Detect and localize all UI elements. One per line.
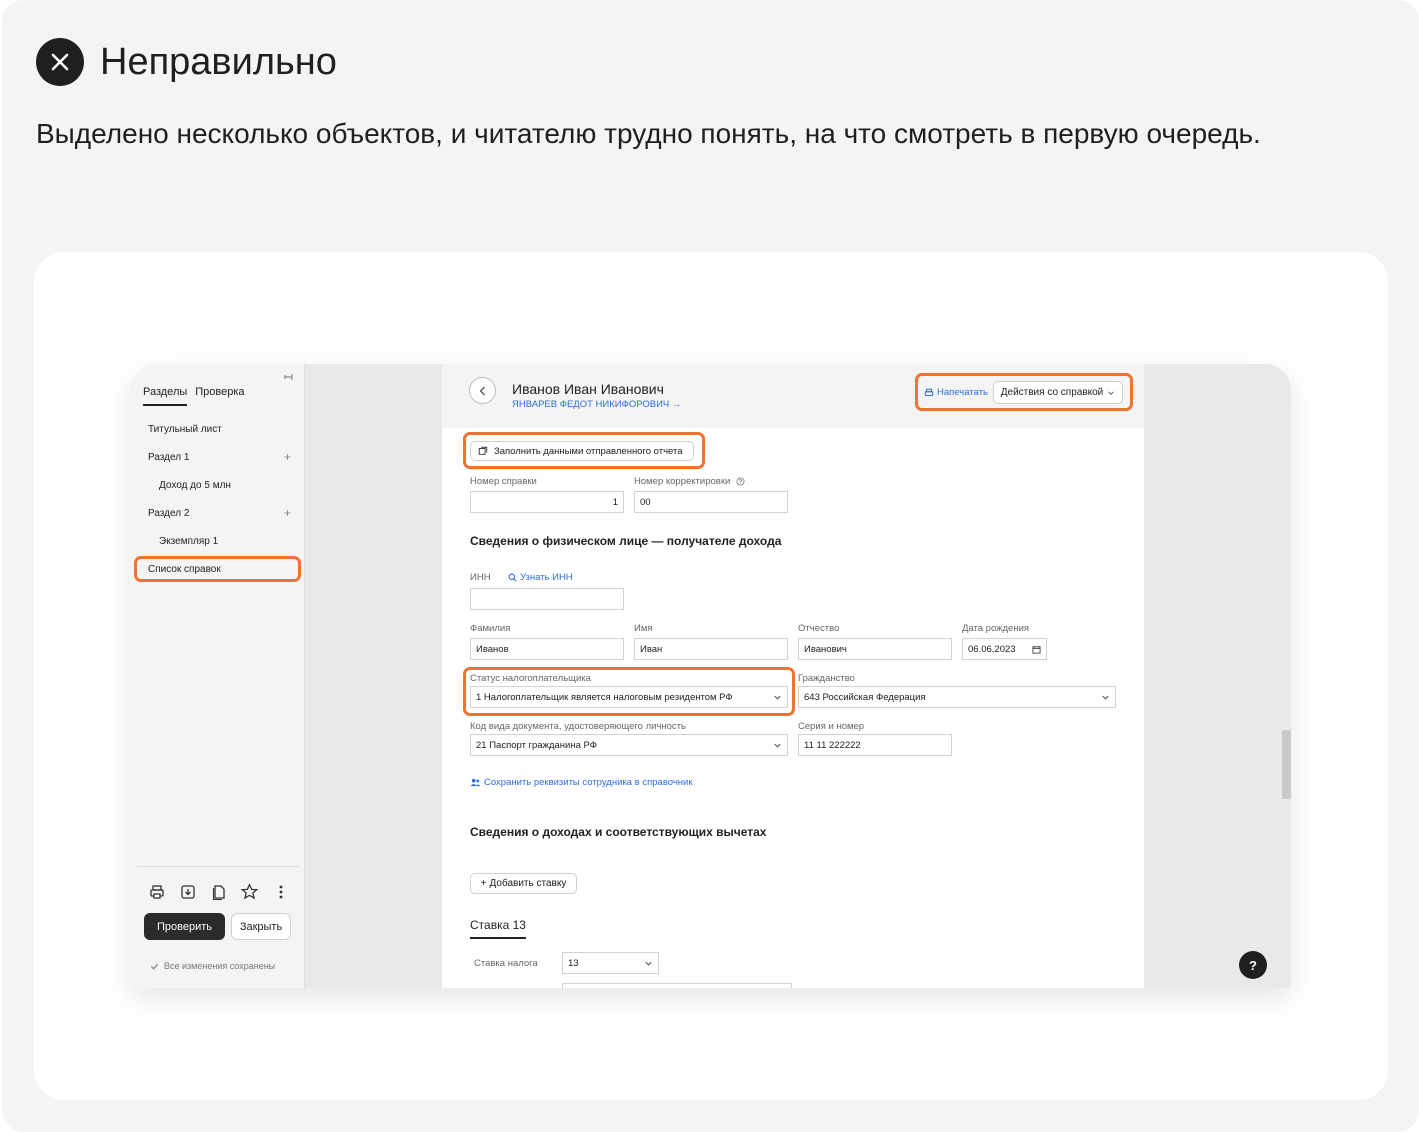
highlight-fill-button	[463, 432, 705, 469]
citizenship-value: 643 Российская Федерация	[804, 691, 926, 703]
check-icon	[150, 963, 159, 970]
pin-icon[interactable]	[283, 372, 295, 387]
help-button[interactable]: ?	[1239, 951, 1267, 979]
sidebar: Разделы Проверка Титульный лист Раздел 1…	[131, 364, 305, 988]
birth-input[interactable]: 06.06.2023	[962, 638, 1047, 660]
cert-number-label: Номер справки	[470, 476, 537, 487]
download-icon[interactable]	[178, 882, 197, 901]
saved-status-text: Все изменения сохранены	[164, 961, 276, 971]
save-employee-text: Сохранить реквизиты сотрудника в справоч…	[484, 777, 693, 788]
tab-check[interactable]: Проверка	[195, 386, 244, 406]
person-link[interactable]: ЯНВАРЕВ ФЕДОТ НИКИФОРОВИЧ →	[512, 399, 681, 410]
star-icon[interactable]	[240, 882, 259, 901]
sidebar-item-section-1[interactable]: Раздел 1	[148, 452, 189, 463]
highlight-cert-list	[134, 556, 301, 582]
tax-rate-value: 13	[568, 957, 579, 969]
chevron-down-icon	[645, 961, 652, 966]
more-vertical-icon[interactable]	[271, 882, 290, 901]
person-name: Иванов Иван Иванович	[512, 381, 664, 397]
sidebar-item-copy-1[interactable]: Экземпляр 1	[159, 536, 218, 547]
highlight-status-select	[463, 667, 795, 716]
plus-icon: +	[480, 878, 487, 889]
saved-status: Все изменения сохранены	[150, 961, 275, 971]
next-field-input[interactable]	[562, 983, 792, 988]
correction-label: Номер корректировки	[634, 476, 745, 487]
divider	[137, 866, 299, 867]
cert-number-input[interactable]: 1	[470, 491, 624, 513]
scrollbar-thumb[interactable]	[1282, 730, 1291, 799]
description: Выделено несколько объектов, и читателю …	[36, 118, 1261, 149]
heading: Неправильно	[100, 41, 337, 83]
tab-rate-13[interactable]: Ставка 13	[470, 918, 526, 939]
chevron-down-icon	[1102, 695, 1109, 700]
series-label: Серия и номер	[798, 721, 865, 732]
citizenship-label: Гражданство	[798, 673, 855, 684]
inn-label: ИНН	[470, 572, 491, 583]
tab-sections[interactable]: Разделы	[143, 386, 188, 406]
surname-input[interactable]: Иванов	[470, 638, 624, 660]
plus-icon[interactable]: +	[284, 506, 291, 520]
patronymic-label: Отчество	[798, 623, 840, 634]
search-icon	[508, 573, 517, 582]
section-income-title: Сведения о доходах и соответствующих выч…	[470, 825, 767, 839]
close-button[interactable]: Закрыть	[231, 913, 291, 940]
doc-code-select[interactable]: 21 Паспорт гражданина РФ	[470, 734, 788, 756]
copy-icon[interactable]	[209, 882, 228, 901]
save-employee-link[interactable]: Сохранить реквизиты сотрудника в справоч…	[470, 777, 693, 788]
doc-code-value: 21 Паспорт гражданина РФ	[476, 739, 597, 751]
inn-input[interactable]	[470, 588, 624, 610]
tax-rate-select[interactable]: 13	[562, 952, 659, 974]
citizenship-select[interactable]: 643 Российская Федерация	[798, 686, 1116, 708]
sidebar-item-section-2[interactable]: Раздел 2	[148, 508, 189, 519]
chevron-left-icon	[479, 386, 485, 395]
doc-code-label: Код вида документа, удостоверяющего личн…	[470, 721, 686, 732]
find-inn-text: Узнать ИНН	[520, 572, 573, 583]
name-label: Имя	[634, 623, 653, 634]
patronymic-input[interactable]: Иванович	[798, 638, 952, 660]
check-button[interactable]: Проверить	[144, 913, 225, 940]
print-icon[interactable]	[147, 882, 166, 901]
name-input[interactable]: Иван	[634, 638, 788, 660]
plus-icon[interactable]: +	[284, 450, 291, 464]
add-rate-label: Добавить ставку	[489, 878, 567, 889]
section-person-title: Сведения о физическом лице — получателе …	[470, 534, 782, 548]
calendar-icon	[1032, 645, 1041, 654]
tax-rate-label: Ставка налога	[474, 958, 538, 969]
sidebar-item-income[interactable]: Доход до 5 млн	[159, 480, 231, 491]
series-input[interactable]: 11 11 222222	[798, 734, 952, 756]
correction-input[interactable]: 00	[634, 491, 788, 513]
sidebar-item-title-page[interactable]: Титульный лист	[148, 424, 222, 435]
surname-label: Фамилия	[470, 623, 511, 634]
back-button[interactable]	[469, 377, 496, 404]
highlight-print-actions	[915, 373, 1133, 411]
users-icon	[470, 778, 481, 787]
birth-label: Дата рождения	[962, 623, 1030, 634]
birth-value: 06.06.2023	[968, 643, 1016, 655]
find-inn-link[interactable]: Узнать ИНН	[508, 572, 573, 583]
chevron-down-icon	[774, 743, 781, 748]
add-rate-button[interactable]: + Добавить ставку	[470, 873, 577, 894]
correction-label-text: Номер корректировки	[634, 476, 731, 487]
help-circle-icon	[736, 477, 745, 486]
close-icon	[36, 38, 84, 86]
